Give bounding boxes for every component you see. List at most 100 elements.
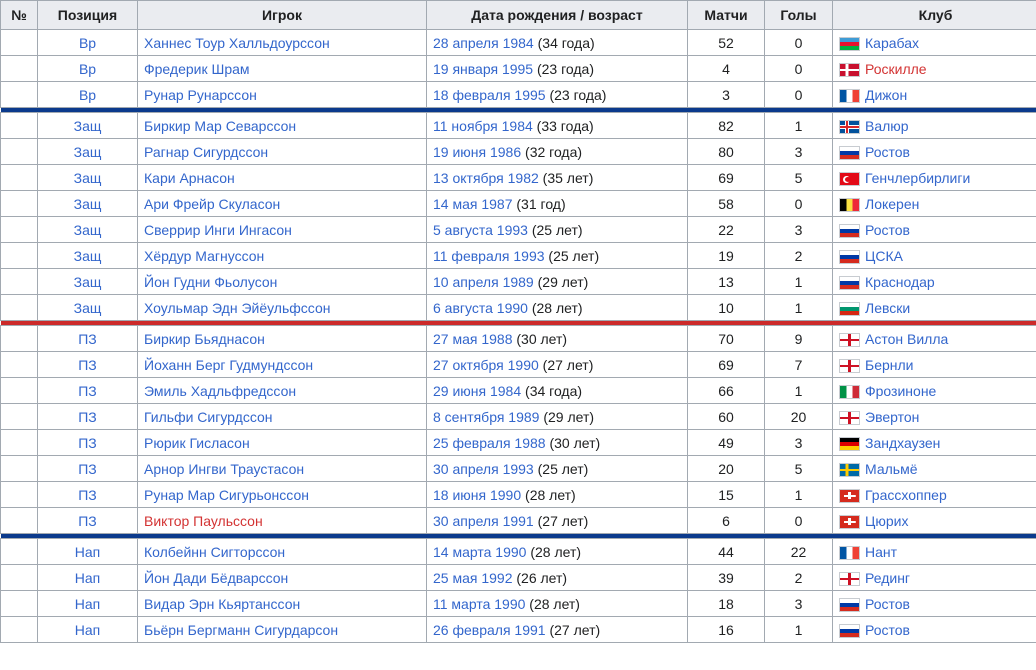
player-link[interactable]: Ханнес Тоур Халльдоурссон [144,35,330,51]
birthdate-link[interactable]: 11 февраля 1993 [433,248,545,264]
header-player[interactable]: Игрок [137,0,427,30]
switzerland-flag-icon[interactable] [839,514,860,529]
player-link[interactable]: Сверрир Инги Ингасон [144,222,292,238]
player-link[interactable]: Йоханн Берг Гудмундссон [144,357,313,373]
player-link[interactable]: Ари Фрейр Скуласон [144,196,280,212]
bulgaria-flag-icon[interactable] [839,301,860,316]
club-link[interactable]: Валюр [865,118,909,134]
position-link[interactable]: Нап [75,622,100,638]
club-link[interactable]: Бернли [865,357,913,373]
italy-flag-icon[interactable] [839,384,860,399]
iceland-flag-icon[interactable] [839,119,860,134]
player-link[interactable]: Рагнар Сигурдссон [144,144,268,160]
header-number[interactable]: № [0,0,38,30]
birthdate-link[interactable]: 19 июня 1986 [433,144,521,160]
position-link[interactable]: ПЗ [78,357,97,373]
player-link[interactable]: Видар Эрн Кьяртанссон [144,596,300,612]
france-flag-icon[interactable] [839,88,860,103]
header-club[interactable]: Клуб [832,0,1036,30]
russia-flag-icon[interactable] [839,223,860,238]
birthdate-link[interactable]: 25 мая 1992 [433,570,513,586]
club-link[interactable]: Зандхаузен [865,435,940,451]
position-link[interactable]: Защ [74,118,102,134]
header-goals[interactable]: Голы [764,0,833,30]
header-caps[interactable]: Матчи [687,0,765,30]
england-flag-icon[interactable] [839,410,860,425]
club-link[interactable]: Грассхоппер [865,487,947,503]
club-link[interactable]: Рединг [865,570,910,586]
england-flag-icon[interactable] [839,571,860,586]
player-link[interactable]: Хёрдур Магнуссон [144,248,264,264]
position-link[interactable]: Защ [74,248,102,264]
turkey-flag-icon[interactable] [839,171,860,186]
birthdate-link[interactable]: 25 февраля 1988 [433,435,546,451]
position-link[interactable]: Нап [75,570,100,586]
club-link[interactable]: Мальмё [865,461,917,477]
position-link[interactable]: Защ [74,196,102,212]
birthdate-link[interactable]: 6 августа 1990 [433,300,528,316]
birthdate-link[interactable]: 13 октября 1982 [433,170,539,186]
club-link[interactable]: Локерен [865,196,919,212]
player-link[interactable]: Хоульмар Эдн Эйёульфссон [144,300,330,316]
sweden-flag-icon[interactable] [839,462,860,477]
position-link[interactable]: Вр [79,87,96,103]
player-link[interactable]: Арнор Ингви Траустасон [144,461,304,477]
player-link[interactable]: Кари Арнасон [144,170,235,186]
position-link[interactable]: Нап [75,544,100,560]
azerbaijan-flag-icon[interactable] [839,36,860,51]
player-link[interactable]: Биркир Бьяднасон [144,331,265,347]
birthdate-link[interactable]: 14 мая 1987 [433,196,513,212]
player-link[interactable]: Гильфи Сигурдссон [144,409,273,425]
denmark-flag-icon[interactable] [839,62,860,77]
player-link[interactable]: Рюрик Гисласон [144,435,250,451]
player-link[interactable]: Биркир Мар Севарссон [144,118,296,134]
birthdate-link[interactable]: 29 июня 1984 [433,383,521,399]
player-link[interactable]: Виктор Паульссон [144,513,263,529]
header-position[interactable]: Позиция [37,0,138,30]
birthdate-link[interactable]: 8 сентября 1989 [433,409,539,425]
russia-flag-icon[interactable] [839,597,860,612]
russia-flag-icon[interactable] [839,275,860,290]
player-link[interactable]: Бьёрн Бергманн Сигурдарсон [144,622,338,638]
belgium-flag-icon[interactable] [839,197,860,212]
birthdate-link[interactable]: 27 октября 1990 [433,357,539,373]
club-link[interactable]: Левски [865,300,910,316]
position-link[interactable]: ПЗ [78,513,97,529]
player-link[interactable]: Рунар Мар Сигурьонссон [144,487,309,503]
club-link[interactable]: Ростов [865,144,910,160]
player-link[interactable]: Рунар Рунарссон [144,87,257,103]
russia-flag-icon[interactable] [839,249,860,264]
birthdate-link[interactable]: 5 августа 1993 [433,222,528,238]
club-link[interactable]: Эвертон [865,409,919,425]
germany-flag-icon[interactable] [839,436,860,451]
birthdate-link[interactable]: 30 апреля 1991 [433,513,534,529]
club-link[interactable]: Нант [865,544,897,560]
position-link[interactable]: ПЗ [78,461,97,477]
club-link[interactable]: Астон Вилла [865,331,948,347]
club-link[interactable]: Цюрих [865,513,908,529]
england-flag-icon[interactable] [839,332,860,347]
position-link[interactable]: ПЗ [78,331,97,347]
club-link[interactable]: Дижон [865,87,907,103]
switzerland-flag-icon[interactable] [839,488,860,503]
club-link[interactable]: Фрозиноне [865,383,936,399]
player-link[interactable]: Эмиль Хадльфредссон [144,383,296,399]
club-link[interactable]: Карабах [865,35,919,51]
player-link[interactable]: Йон Гудни Фьолусон [144,274,277,290]
birthdate-link[interactable]: 28 апреля 1984 [433,35,534,51]
club-link[interactable]: ЦСКА [865,248,903,264]
club-link[interactable]: Краснодар [865,274,935,290]
position-link[interactable]: ПЗ [78,409,97,425]
position-link[interactable]: ПЗ [78,435,97,451]
birthdate-link[interactable]: 11 ноября 1984 [433,118,533,134]
birthdate-link[interactable]: 11 марта 1990 [433,596,525,612]
birthdate-link[interactable]: 27 мая 1988 [433,331,513,347]
england-flag-icon[interactable] [839,358,860,373]
club-link[interactable]: Ростов [865,596,910,612]
birthdate-link[interactable]: 19 января 1995 [433,61,533,77]
position-link[interactable]: Вр [79,61,96,77]
position-link[interactable]: Вр [79,35,96,51]
player-link[interactable]: Колбейнн Сигторссон [144,544,285,560]
player-link[interactable]: Йон Дади Бёдварссон [144,570,288,586]
club-link[interactable]: Ростов [865,222,910,238]
